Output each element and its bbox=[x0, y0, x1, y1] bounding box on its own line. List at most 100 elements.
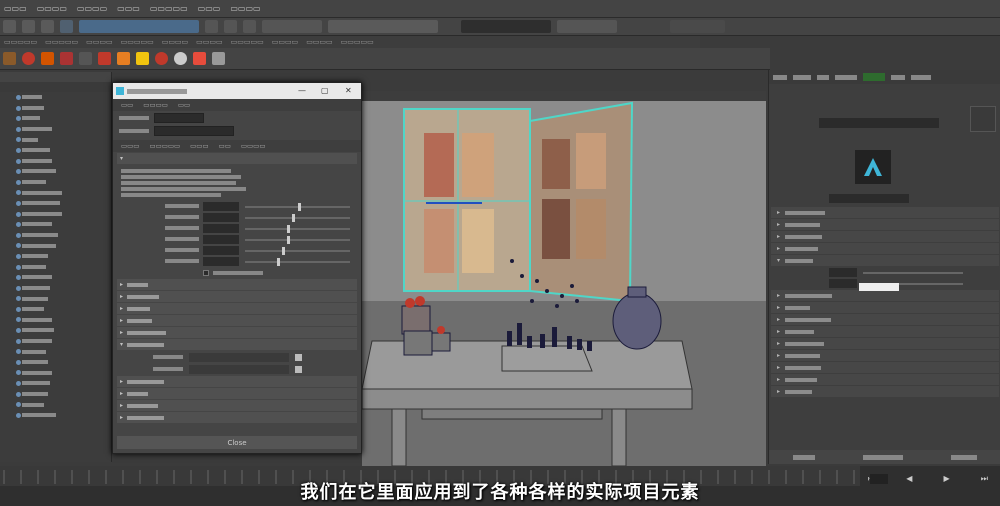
attr-section[interactable] bbox=[771, 207, 999, 218]
selection-mask-toolbar[interactable] bbox=[79, 20, 199, 33]
cube-icon[interactable] bbox=[3, 52, 16, 65]
attr-value-field[interactable] bbox=[829, 268, 857, 277]
outliner-item[interactable] bbox=[0, 134, 111, 145]
attr-slider[interactable] bbox=[863, 272, 963, 274]
outliner-item[interactable] bbox=[0, 314, 111, 325]
outliner-item[interactable] bbox=[0, 336, 111, 347]
outliner-item[interactable] bbox=[0, 103, 111, 114]
attr-tab-3[interactable] bbox=[817, 75, 829, 80]
attr-section[interactable] bbox=[771, 219, 999, 230]
folder-icon[interactable] bbox=[295, 354, 302, 361]
outliner-item[interactable] bbox=[0, 367, 111, 378]
outliner-item[interactable] bbox=[0, 230, 111, 241]
dialog-slider-value[interactable] bbox=[203, 202, 239, 211]
shelf-tab-9[interactable]: ▭▭▭▭ bbox=[306, 38, 332, 46]
shelf-tab-7[interactable]: ▭▭▭▭▭ bbox=[231, 38, 264, 46]
cylinder-icon[interactable] bbox=[41, 52, 54, 65]
dialog-slider-track[interactable] bbox=[245, 239, 350, 241]
menu-blurred-7[interactable]: ▭▭▭▭ bbox=[230, 4, 260, 13]
close-icon[interactable]: ✕ bbox=[345, 86, 352, 95]
text-icon[interactable] bbox=[117, 52, 130, 65]
attr-tab-active[interactable] bbox=[863, 73, 885, 81]
outliner-item[interactable] bbox=[0, 156, 111, 167]
snap-point-icon[interactable] bbox=[243, 20, 256, 33]
outliner-item[interactable] bbox=[0, 113, 111, 124]
outliner-item[interactable] bbox=[0, 124, 111, 135]
outliner-item[interactable] bbox=[0, 240, 111, 251]
outliner-item[interactable] bbox=[0, 166, 111, 177]
dialog-tab-3[interactable]: ▭▭▭ bbox=[190, 142, 208, 150]
shelf-tab-1[interactable]: ▭▭▭▭▭ bbox=[4, 38, 37, 46]
attr-tab-7[interactable] bbox=[911, 75, 931, 80]
new-scene-icon[interactable] bbox=[3, 20, 16, 33]
menu-blurred-4[interactable]: ▭▭▭ bbox=[117, 4, 140, 13]
dialog-tab-2[interactable]: ▭▭▭▭▭ bbox=[149, 142, 180, 150]
menu-blurred-1[interactable]: ▭▭▭ bbox=[4, 4, 27, 13]
dialog-section[interactable] bbox=[117, 388, 357, 399]
attr-focus-buttons[interactable] bbox=[970, 106, 996, 132]
outliner-item[interactable] bbox=[0, 177, 111, 188]
outliner-item[interactable] bbox=[0, 251, 111, 262]
outliner-item[interactable] bbox=[0, 304, 111, 315]
attr-tab-1[interactable] bbox=[773, 75, 787, 80]
user-account[interactable] bbox=[670, 20, 725, 33]
dialog-field-1[interactable] bbox=[154, 113, 204, 123]
attr-select-button[interactable] bbox=[793, 455, 815, 460]
dialog-section[interactable] bbox=[117, 400, 357, 411]
menu-blurred-6[interactable]: ▭▭▭ bbox=[198, 4, 221, 13]
dialog-slider-value[interactable] bbox=[203, 235, 239, 244]
dialog-field-2[interactable] bbox=[154, 126, 234, 136]
attr-section[interactable] bbox=[771, 231, 999, 242]
outliner-item[interactable] bbox=[0, 357, 111, 368]
workspace-dropdown[interactable] bbox=[557, 20, 617, 33]
dialog-section[interactable] bbox=[117, 315, 357, 326]
attr-tab-2[interactable] bbox=[793, 75, 811, 80]
dialog-menu-1[interactable]: ▭▭ bbox=[121, 101, 133, 109]
open-scene-icon[interactable] bbox=[22, 20, 35, 33]
attr-tab-6[interactable] bbox=[891, 75, 905, 80]
shelf-tab-10[interactable]: ▭▭▭▭▭ bbox=[341, 38, 374, 46]
attr-color-swatch[interactable] bbox=[859, 283, 899, 291]
attr-section[interactable] bbox=[771, 386, 999, 397]
dialog-section[interactable] bbox=[117, 339, 357, 350]
ipr-icon[interactable] bbox=[174, 52, 187, 65]
attr-section[interactable] bbox=[771, 338, 999, 349]
dialog-slider-thumb[interactable] bbox=[298, 203, 301, 211]
shelf-tab-6[interactable]: ▭▭▭▭ bbox=[196, 38, 222, 46]
dialog-slider-track[interactable] bbox=[245, 261, 350, 263]
outliner-item[interactable] bbox=[0, 325, 111, 336]
dialog-section[interactable] bbox=[117, 303, 357, 314]
attr-section[interactable] bbox=[771, 314, 999, 325]
dialog-checkbox[interactable] bbox=[203, 270, 209, 276]
outliner-item[interactable] bbox=[0, 92, 111, 103]
history-toolbar[interactable] bbox=[262, 20, 322, 33]
dialog-file-field[interactable] bbox=[189, 365, 289, 374]
search-field[interactable] bbox=[461, 20, 551, 33]
shelf-tab-3[interactable]: ▭▭▭▭ bbox=[86, 38, 112, 46]
dialog-section[interactable] bbox=[117, 327, 357, 338]
dialog-slider-value[interactable] bbox=[203, 224, 239, 233]
dialog-slider-track[interactable] bbox=[245, 217, 350, 219]
outliner-item[interactable] bbox=[0, 187, 111, 198]
outliner-item[interactable] bbox=[0, 145, 111, 156]
attr-section[interactable] bbox=[771, 350, 999, 361]
snap-curve-icon[interactable] bbox=[224, 20, 237, 33]
outliner-item[interactable] bbox=[0, 410, 111, 421]
menu-blurred-5[interactable]: ▭▭▭▭▭ bbox=[150, 4, 188, 13]
dialog-slider-track[interactable] bbox=[245, 228, 350, 230]
attr-value-field[interactable] bbox=[829, 279, 857, 288]
shelf-tab-5[interactable]: ▭▭▭▭ bbox=[162, 38, 188, 46]
shelf-tab-8[interactable]: ▭▭▭▭ bbox=[272, 38, 298, 46]
attr-copy-button[interactable] bbox=[951, 455, 977, 460]
minimize-icon[interactable]: — bbox=[298, 86, 306, 95]
light-icon[interactable] bbox=[98, 52, 111, 65]
dialog-slider-thumb[interactable] bbox=[277, 258, 280, 266]
dialog-slider-thumb[interactable] bbox=[287, 225, 290, 233]
dialog-slider-thumb[interactable] bbox=[282, 247, 285, 255]
attr-section[interactable] bbox=[771, 326, 999, 337]
dialog-tab-1[interactable]: ▭▭▭ bbox=[121, 142, 139, 150]
maximize-icon[interactable]: ▢ bbox=[321, 86, 329, 95]
outliner-item[interactable] bbox=[0, 262, 111, 273]
3d-viewport[interactable] bbox=[362, 91, 766, 466]
menu-blurred-3[interactable]: ▭▭▭▭ bbox=[77, 4, 107, 13]
